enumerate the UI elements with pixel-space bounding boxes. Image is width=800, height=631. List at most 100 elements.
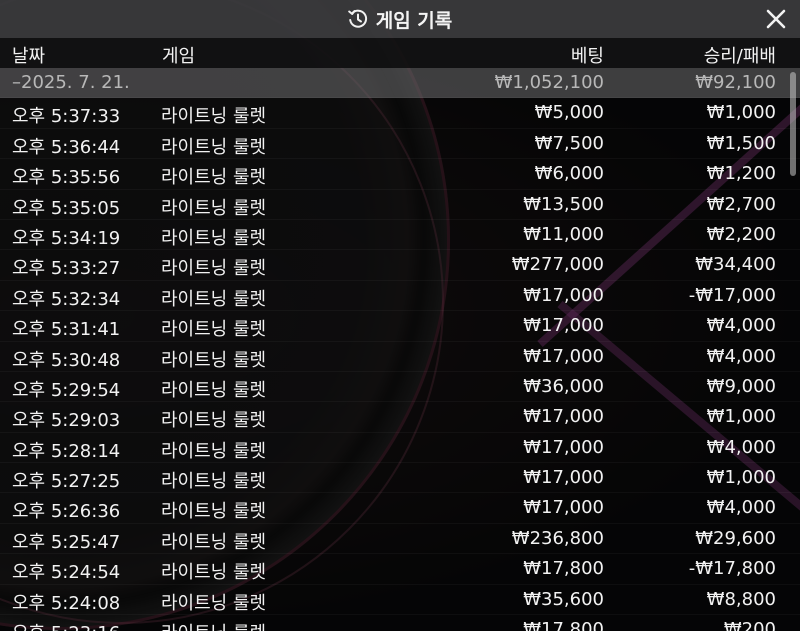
row-bet-amount: ₩17,800 [523, 619, 604, 631]
row-win-loss-amount: ₩1,000 [706, 102, 776, 124]
history-row[interactable]: 오후 5:36:44 라이트닝 룰렛 ₩7,500 ₩1,500 [0, 129, 800, 160]
row-bet-amount: ₩5,000 [534, 102, 604, 124]
row-game-name: 라이트닝 룰렛 [161, 501, 267, 523]
row-bet-amount: ₩17,000 [523, 345, 604, 367]
row-bet-amount: ₩13,500 [523, 193, 604, 215]
column-header-win-loss: 승리/패배 [703, 46, 776, 67]
row-bet-amount: ₩17,000 [523, 406, 604, 428]
row-win-loss-amount: ₩1,200 [706, 163, 776, 185]
row-time: 오후 5:24:54 [12, 562, 121, 584]
close-icon [766, 9, 786, 29]
history-rows: 오후 5:37:33 라이트닝 룰렛 ₩5,000 ₩1,000 오후 5:36:44 라… [0, 98, 800, 631]
row-time: 오후 5:34:19 [12, 227, 121, 249]
row-bet-amount: ₩17,000 [523, 436, 604, 458]
column-header-date: 날짜 [12, 46, 46, 67]
row-game-name: 라이트닝 룰렛 [161, 562, 267, 584]
history-header: 게임 기록 [0, 0, 800, 38]
row-win-loss-amount: ₩9,000 [706, 375, 776, 397]
row-bet-amount: ₩236,800 [511, 527, 604, 549]
row-win-loss-amount: ₩8,800 [706, 588, 776, 610]
row-game-name: 라이트닝 룰렛 [161, 197, 267, 219]
row-bet-amount: ₩7,500 [534, 132, 604, 154]
row-win-loss-amount: ₩2,200 [706, 223, 776, 245]
column-headers: 날짜 게임 베팅 승리/패배 [0, 38, 800, 68]
page-title: 게임 기록 [375, 9, 453, 32]
history-row[interactable]: 오후 5:30:48 라이트닝 룰렛 ₩17,000 ₩4,000 [0, 342, 800, 372]
row-game-name: 라이트닝 룰렛 [161, 592, 267, 614]
row-game-name: 라이트닝 룰렛 [161, 258, 267, 280]
history-row[interactable]: 오후 5:32:34 라이트닝 룰렛 ₩17,000 -₩17,000 [0, 281, 800, 312]
row-time: 오후 5:29:54 [12, 379, 121, 401]
row-game-name: 라이트닝 룰렛 [161, 379, 267, 401]
summary-win-loss-total: ₩92,100 [695, 72, 776, 93]
list-scrollbar[interactable] [790, 72, 796, 176]
history-clock-icon [347, 9, 368, 29]
row-game-name: 라이트닝 룰렛 [161, 106, 267, 128]
history-row[interactable]: 오후 5:31:41 라이트닝 룰렛 ₩17,000 ₩4,000 [0, 311, 800, 342]
row-time: 오후 5:32:34 [12, 288, 121, 310]
row-game-name: 라이트닝 룰렛 [161, 410, 267, 432]
history-row[interactable]: 오후 5:37:33 라이트닝 룰렛 ₩5,000 ₩1,000 [0, 98, 800, 129]
row-win-loss-amount: ₩4,000 [706, 345, 776, 367]
row-bet-amount: ₩17,000 [523, 284, 604, 306]
row-win-loss-amount: ₩29,600 [695, 527, 776, 549]
row-game-name: 라이트닝 룰렛 [161, 136, 267, 158]
row-time: 오후 5:26:36 [12, 501, 121, 523]
row-bet-amount: ₩277,000 [511, 254, 604, 276]
row-game-name: 라이트닝 룰렛 [161, 531, 267, 553]
row-bet-amount: ₩17,000 [523, 467, 604, 489]
row-game-name: 라이트닝 룰렛 [161, 167, 267, 189]
row-win-loss-amount: -₩17,800 [688, 558, 776, 580]
row-game-name: 라이트닝 룰렛 [161, 319, 267, 341]
row-win-loss-amount: ₩1,000 [706, 467, 776, 489]
history-row[interactable]: 오후 5:27:25 라이트닝 룰렛 ₩17,000 ₩1,000 [0, 463, 800, 494]
row-game-name: 라이트닝 룰렛 [161, 288, 267, 310]
row-win-loss-amount: -₩17,000 [688, 284, 776, 306]
history-row[interactable]: 오후 5:34:19 라이트닝 룰렛 ₩11,000 ₩2,200 [0, 220, 800, 251]
row-game-name: 라이트닝 룰렛 [161, 619, 266, 631]
row-win-loss-amount: ₩200 [723, 619, 776, 631]
row-game-name: 라이트닝 룰렛 [161, 440, 267, 462]
column-header-bet: 베팅 [570, 46, 604, 67]
history-row[interactable]: 오후 5:35:05 라이트닝 룰렛 ₩13,500 ₩2,700 [0, 190, 800, 220]
row-bet-amount: ₩17,000 [523, 315, 604, 337]
header-title-group: 게임 기록 [347, 6, 453, 33]
row-time: 오후 5:35:05 [12, 197, 121, 219]
row-time: 오후 5:24:08 [12, 592, 121, 614]
row-game-name: 라이트닝 룰렛 [161, 349, 267, 371]
row-win-loss-amount: ₩34,400 [695, 254, 776, 276]
row-win-loss-amount: ₩1,000 [706, 406, 776, 428]
column-header-game: 게임 [162, 46, 196, 67]
row-win-loss-amount: ₩2,700 [706, 193, 776, 215]
history-row[interactable]: 오후 5:33:27 라이트닝 룰렛 ₩277,000 ₩34,400 [0, 250, 800, 281]
row-bet-amount: ₩17,800 [523, 558, 604, 580]
summary-date: –2025. 7. 21. [12, 72, 130, 93]
history-row[interactable]: 오후 5:29:54 라이트닝 룰렛 ₩36,000 ₩9,000 [0, 372, 800, 403]
row-time: 오후 5:35:56 [12, 167, 121, 189]
history-row[interactable]: 오후 5:23:16 라이트닝 룰렛 ₩17,800 ₩200 [0, 615, 800, 631]
game-history-screen: 게임 기록 날짜 게임 베팅 승리/패배 –2025. 7. 21. ₩1,05… [0, 0, 800, 631]
history-list[interactable]: –2025. 7. 21. ₩1,052,100 ₩92,100 오후 5:37… [0, 68, 800, 631]
row-game-name: 라이트닝 룰렛 [161, 471, 267, 493]
row-time: 오후 5:31:41 [12, 319, 121, 341]
row-time: 오후 5:23:16 [12, 619, 120, 631]
row-bet-amount: ₩11,000 [523, 223, 604, 245]
close-button[interactable] [764, 7, 788, 31]
row-win-loss-amount: ₩4,000 [706, 315, 776, 337]
history-row[interactable]: 오후 5:28:14 라이트닝 룰렛 ₩17,000 ₩4,000 [0, 433, 800, 464]
history-row[interactable]: 오후 5:26:36 라이트닝 룰렛 ₩17,000 ₩4,000 [0, 493, 800, 524]
history-row[interactable]: 오후 5:24:54 라이트닝 룰렛 ₩17,800 -₩17,800 [0, 554, 800, 585]
history-row[interactable]: 오후 5:35:56 라이트닝 룰렛 ₩6,000 ₩1,200 [0, 159, 800, 190]
row-time: 오후 5:36:44 [12, 136, 121, 158]
row-game-name: 라이트닝 룰렛 [161, 227, 267, 249]
row-bet-amount: ₩17,000 [523, 497, 604, 519]
history-row[interactable]: 오후 5:24:08 라이트닝 룰렛 ₩35,600 ₩8,800 [0, 585, 800, 616]
row-time: 오후 5:27:25 [12, 471, 121, 493]
row-time: 오후 5:30:48 [12, 349, 121, 371]
row-bet-amount: ₩36,000 [523, 375, 604, 397]
summary-bet-total: ₩1,052,100 [494, 72, 604, 93]
date-summary-row[interactable]: –2025. 7. 21. ₩1,052,100 ₩92,100 [0, 68, 800, 99]
row-win-loss-amount: ₩4,000 [706, 436, 776, 458]
history-row[interactable]: 오후 5:25:47 라이트닝 룰렛 ₩236,800 ₩29,600 [0, 524, 800, 555]
history-row[interactable]: 오후 5:29:03 라이트닝 룰렛 ₩17,000 ₩1,000 [0, 402, 800, 433]
